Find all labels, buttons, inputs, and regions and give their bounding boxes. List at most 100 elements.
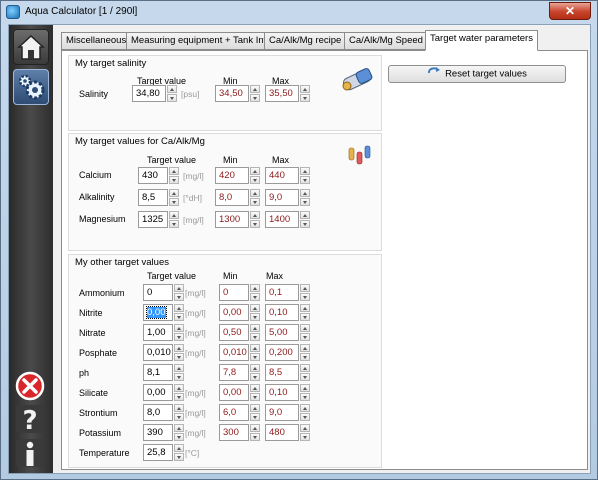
posphate-target-input[interactable]: 0,010 bbox=[143, 344, 173, 361]
alkalinity-target-input[interactable]: 8,5 bbox=[138, 189, 168, 206]
potassium-min-spinner[interactable] bbox=[250, 424, 260, 441]
tab-miscellaneous[interactable]: Miscellaneous bbox=[61, 32, 132, 50]
home-icon bbox=[17, 34, 45, 60]
ammonium-target-spinner[interactable] bbox=[174, 284, 184, 301]
strontium-min-spinner[interactable] bbox=[250, 404, 260, 421]
magnesium-target-input[interactable]: 1325 bbox=[138, 211, 168, 228]
temperature-unit: [°C] bbox=[185, 448, 200, 458]
gear-icon bbox=[18, 74, 45, 100]
salinity-group: My target salinity Target value Min Max … bbox=[68, 55, 382, 131]
strontium-max-spinner[interactable] bbox=[300, 404, 310, 421]
magnesium-min-input[interactable]: 1300 bbox=[215, 211, 249, 228]
potassium-min-input[interactable]: 300 bbox=[219, 424, 249, 441]
alkalinity-max-spinner[interactable] bbox=[300, 189, 310, 206]
magnesium-max-spinner[interactable] bbox=[300, 211, 310, 228]
calcium-target-spinner[interactable] bbox=[169, 167, 179, 184]
tab-target-water-parameters[interactable]: Target water parameters bbox=[425, 30, 538, 51]
salinity-target-spinner[interactable] bbox=[167, 85, 177, 102]
potassium-target-input[interactable]: 390 bbox=[143, 424, 173, 441]
alkalinity-target-spinner[interactable] bbox=[169, 189, 179, 206]
silicate-max-input[interactable]: 0,10 bbox=[265, 384, 299, 401]
silicate-target-input[interactable]: 0,00 bbox=[143, 384, 173, 401]
strontium-target-input[interactable]: 8,0 bbox=[143, 404, 173, 421]
tab-camg-speed[interactable]: Ca/Alk/Mg Speed bbox=[344, 32, 428, 50]
silicate-min-spinner[interactable] bbox=[250, 384, 260, 401]
temperature-target-spinner[interactable] bbox=[174, 444, 184, 461]
salinity-group-title: My target salinity bbox=[75, 58, 147, 69]
ammonium-max-spinner[interactable] bbox=[300, 284, 310, 301]
potassium-target-spinner[interactable] bbox=[174, 424, 184, 441]
ph-target-input[interactable]: 8,1 bbox=[143, 364, 173, 381]
tab-measuring-equipment[interactable]: Measuring equipment + Tank Info bbox=[126, 32, 277, 50]
silicate-min-input[interactable]: 0,00 bbox=[219, 384, 249, 401]
nitrate-target-spinner[interactable] bbox=[174, 324, 184, 341]
nitrite-target-spinner[interactable] bbox=[174, 304, 184, 321]
salinity-min-spinner[interactable] bbox=[250, 85, 260, 102]
camg-header-target: Target value bbox=[147, 155, 197, 165]
ammonium-min-input[interactable]: 0 bbox=[219, 284, 249, 301]
magnesium-min-spinner[interactable] bbox=[250, 211, 260, 228]
alkalinity-max-input[interactable]: 9,0 bbox=[265, 189, 299, 206]
magnesium-target-spinner[interactable] bbox=[169, 211, 179, 228]
salinity-max-input[interactable]: 35,50 bbox=[265, 85, 299, 102]
window-close-button[interactable]: ✕ bbox=[549, 2, 591, 20]
calcium-min-spinner[interactable] bbox=[250, 167, 260, 184]
posphate-max-spinner[interactable] bbox=[300, 344, 310, 361]
row-label: Nitrite bbox=[79, 308, 103, 318]
strontium-target-spinner[interactable] bbox=[174, 404, 184, 421]
potassium-max-input[interactable]: 480 bbox=[265, 424, 299, 441]
posphate-min-spinner[interactable] bbox=[250, 344, 260, 361]
calcium-min-input[interactable]: 420 bbox=[215, 167, 249, 184]
help-button[interactable]: ? bbox=[13, 403, 49, 439]
ammonium-max-input[interactable]: 0,1 bbox=[265, 284, 299, 301]
nitrite-min-spinner[interactable] bbox=[250, 304, 260, 321]
ammonium-target-input[interactable]: 0 bbox=[143, 284, 173, 301]
reset-target-values-button[interactable]: Reset target values bbox=[388, 65, 566, 83]
close-circle-icon bbox=[15, 371, 45, 401]
posphate-max-input[interactable]: 0,200 bbox=[265, 344, 299, 361]
salinity-target-input[interactable]: 34,80 bbox=[132, 85, 166, 102]
alkalinity-min-spinner[interactable] bbox=[250, 189, 260, 206]
question-icon: ? bbox=[16, 405, 44, 435]
ph-min-spinner[interactable] bbox=[250, 364, 260, 381]
client-area: ? Miscellaneous Measuring equipment + Ta… bbox=[8, 24, 591, 474]
close-app-button[interactable] bbox=[13, 370, 49, 406]
ph-max-spinner[interactable] bbox=[300, 364, 310, 381]
nitrate-max-input[interactable]: 5,00 bbox=[265, 324, 299, 341]
nitrite-max-spinner[interactable] bbox=[300, 304, 310, 321]
salinity-min-input[interactable]: 34,50 bbox=[215, 85, 249, 102]
ph-max-input[interactable]: 8,5 bbox=[265, 364, 299, 381]
strontium-min-input[interactable]: 6,0 bbox=[219, 404, 249, 421]
ph-min-input[interactable]: 7,8 bbox=[219, 364, 249, 381]
info-button[interactable] bbox=[13, 437, 49, 473]
alkalinity-min-input[interactable]: 8,0 bbox=[215, 189, 249, 206]
nitrite-max-input[interactable]: 0,10 bbox=[265, 304, 299, 321]
calcium-max-input[interactable]: 440 bbox=[265, 167, 299, 184]
posphate-min-input[interactable]: 0,010 bbox=[219, 344, 249, 361]
salinity-max-spinner[interactable] bbox=[300, 85, 310, 102]
tab-camg-recipe[interactable]: Ca/Alk/Mg recipe bbox=[264, 32, 347, 50]
strontium-unit: [mg/l] bbox=[185, 408, 206, 418]
ph-target-spinner[interactable] bbox=[174, 364, 184, 381]
nitrite-target-input[interactable]: 0,00 bbox=[143, 304, 173, 321]
row-label: Temperature bbox=[79, 448, 130, 458]
row-label: Ammonium bbox=[79, 288, 125, 298]
nitrate-target-input[interactable]: 1,00 bbox=[143, 324, 173, 341]
potassium-max-spinner[interactable] bbox=[300, 424, 310, 441]
nitrate-min-input[interactable]: 0,50 bbox=[219, 324, 249, 341]
nitrate-max-spinner[interactable] bbox=[300, 324, 310, 341]
title-bar: Aqua Calculator [1 / 290l] ✕ bbox=[1, 1, 597, 23]
magnesium-max-input[interactable]: 1400 bbox=[265, 211, 299, 228]
home-button[interactable] bbox=[13, 29, 49, 65]
nitrate-min-spinner[interactable] bbox=[250, 324, 260, 341]
strontium-max-input[interactable]: 9,0 bbox=[265, 404, 299, 421]
silicate-target-spinner[interactable] bbox=[174, 384, 184, 401]
ammonium-min-spinner[interactable] bbox=[250, 284, 260, 301]
silicate-max-spinner[interactable] bbox=[300, 384, 310, 401]
posphate-target-spinner[interactable] bbox=[174, 344, 184, 361]
nitrite-min-input[interactable]: 0,00 bbox=[219, 304, 249, 321]
calcium-target-input[interactable]: 430 bbox=[138, 167, 168, 184]
calcium-max-spinner[interactable] bbox=[300, 167, 310, 184]
settings-button[interactable] bbox=[13, 69, 49, 105]
temperature-target-input[interactable]: 25,8 bbox=[143, 444, 173, 461]
